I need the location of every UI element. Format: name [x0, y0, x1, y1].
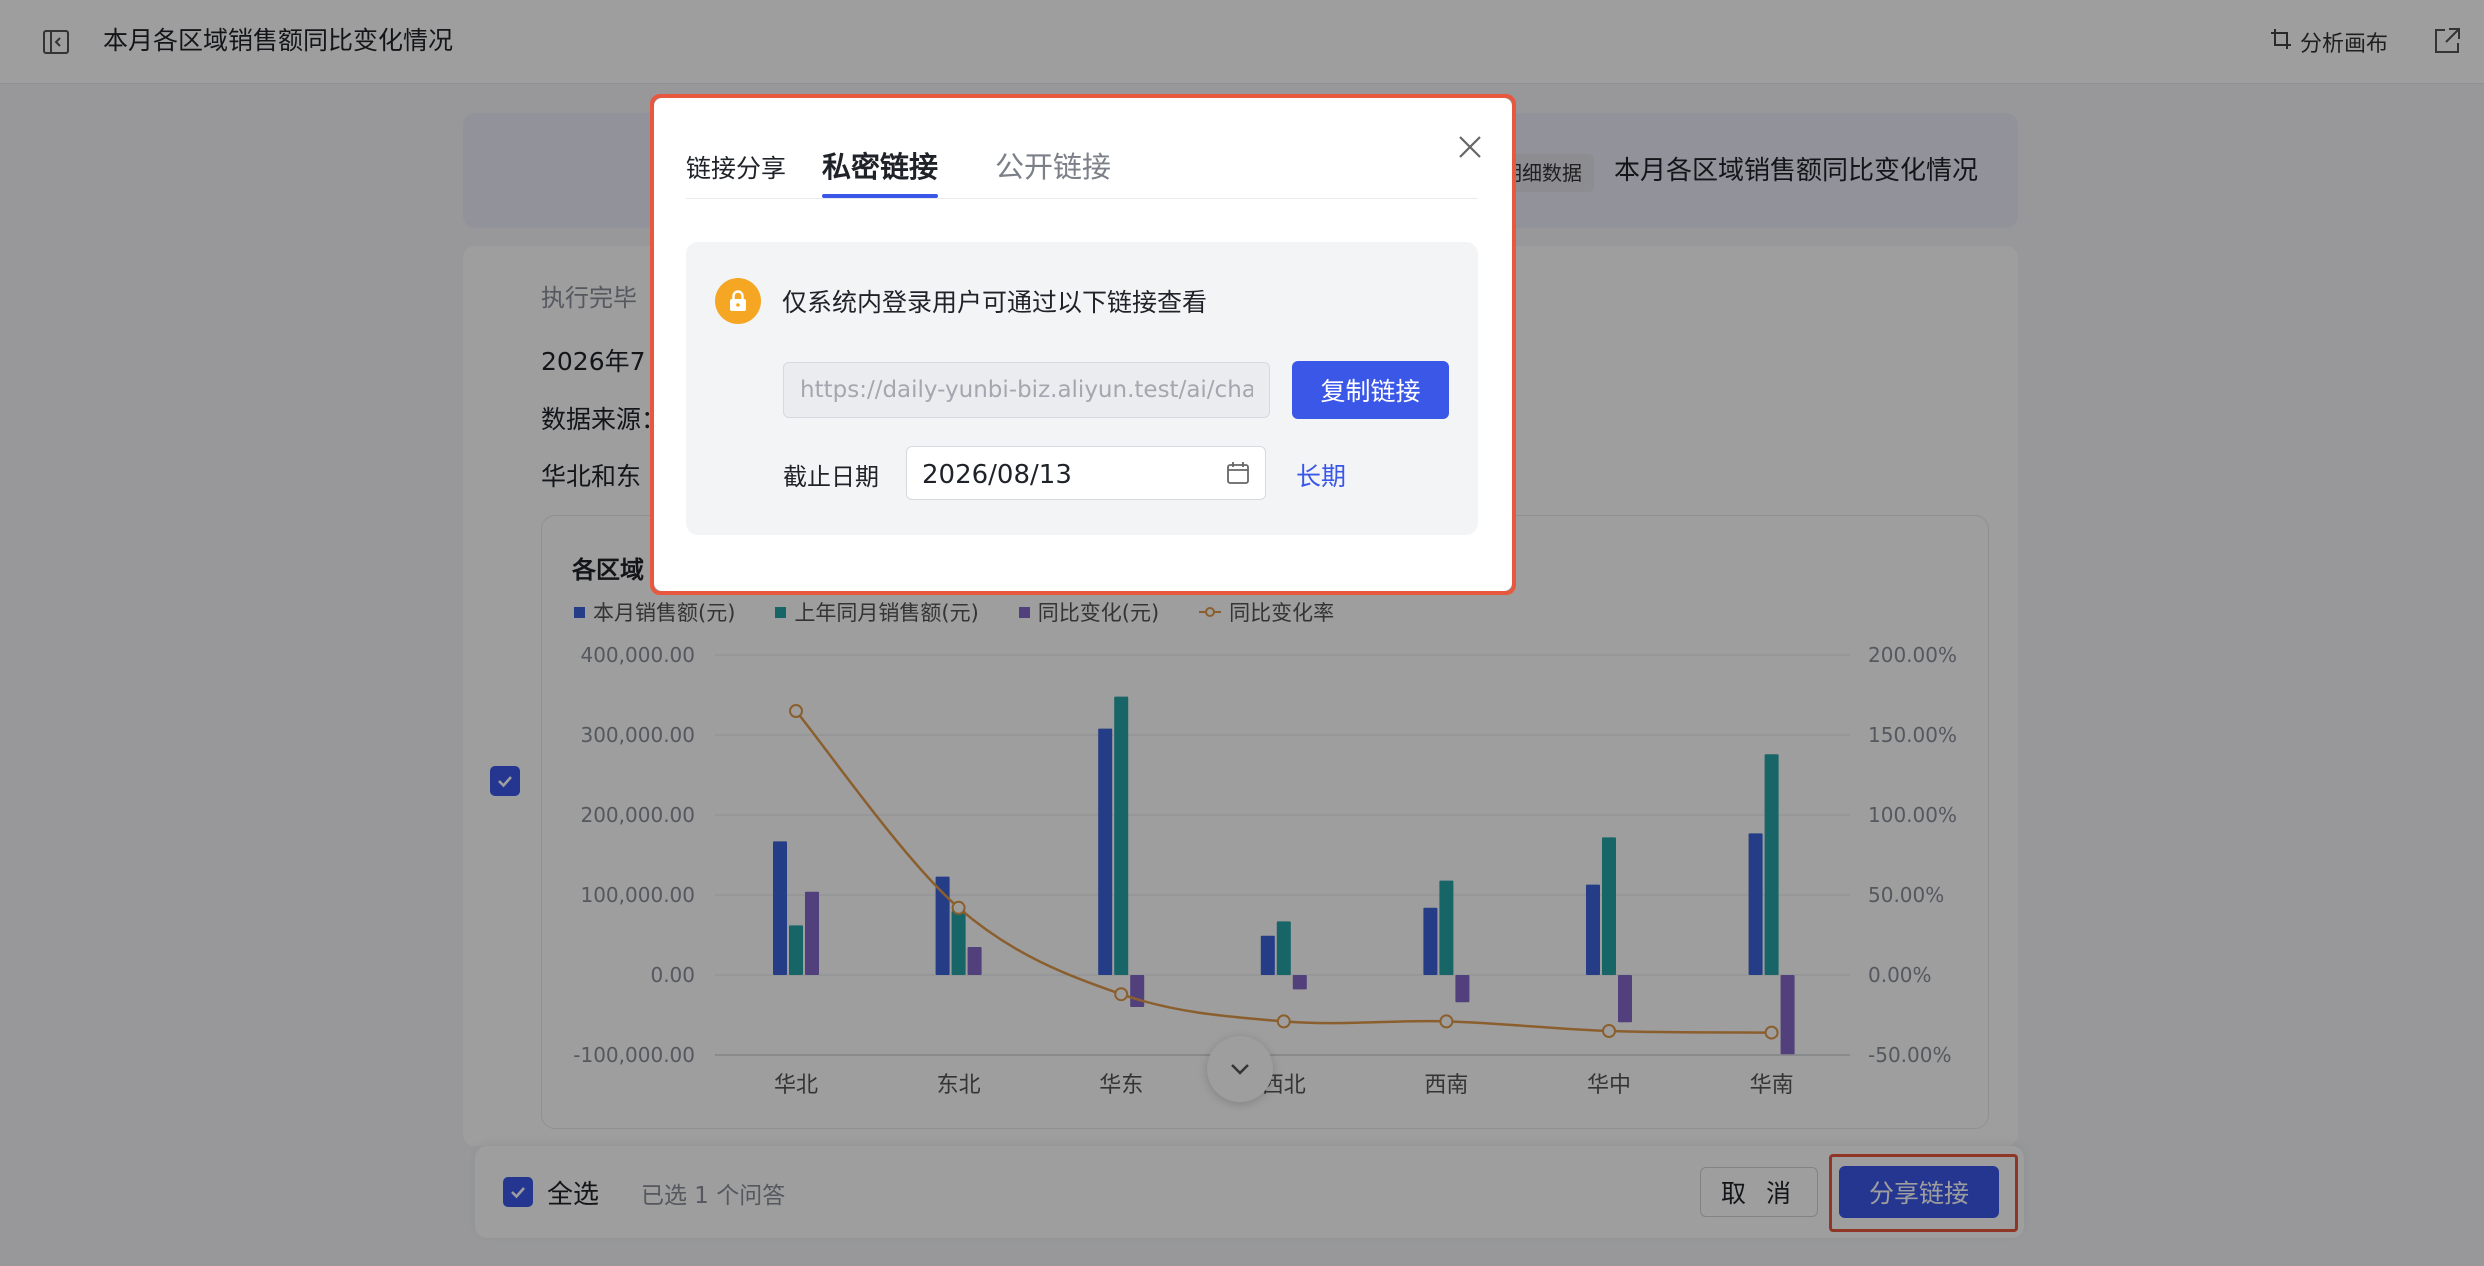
long-term-link[interactable]: 长期: [1296, 457, 1346, 493]
calendar-icon: [1225, 460, 1251, 486]
dialog-title: 链接分享: [686, 154, 787, 183]
copy-link-button[interactable]: 复制链接: [1292, 361, 1449, 419]
close-icon[interactable]: [1455, 132, 1485, 162]
deadline-date-value: 2026/08/13: [922, 460, 1072, 490]
share-url-field[interactable]: [783, 362, 1270, 418]
active-tab-indicator: [822, 194, 938, 198]
tab-public-link[interactable]: 公开链接: [995, 144, 1111, 186]
lock-icon: [715, 278, 761, 324]
deadline-label: 截止日期: [783, 463, 879, 491]
tabs-divider: [686, 198, 1478, 199]
tab-private-link[interactable]: 私密链接: [822, 144, 938, 186]
access-info-text: 仅系统内登录用户可通过以下链接查看: [782, 288, 1208, 317]
deadline-date-picker[interactable]: 2026/08/13: [906, 446, 1266, 500]
